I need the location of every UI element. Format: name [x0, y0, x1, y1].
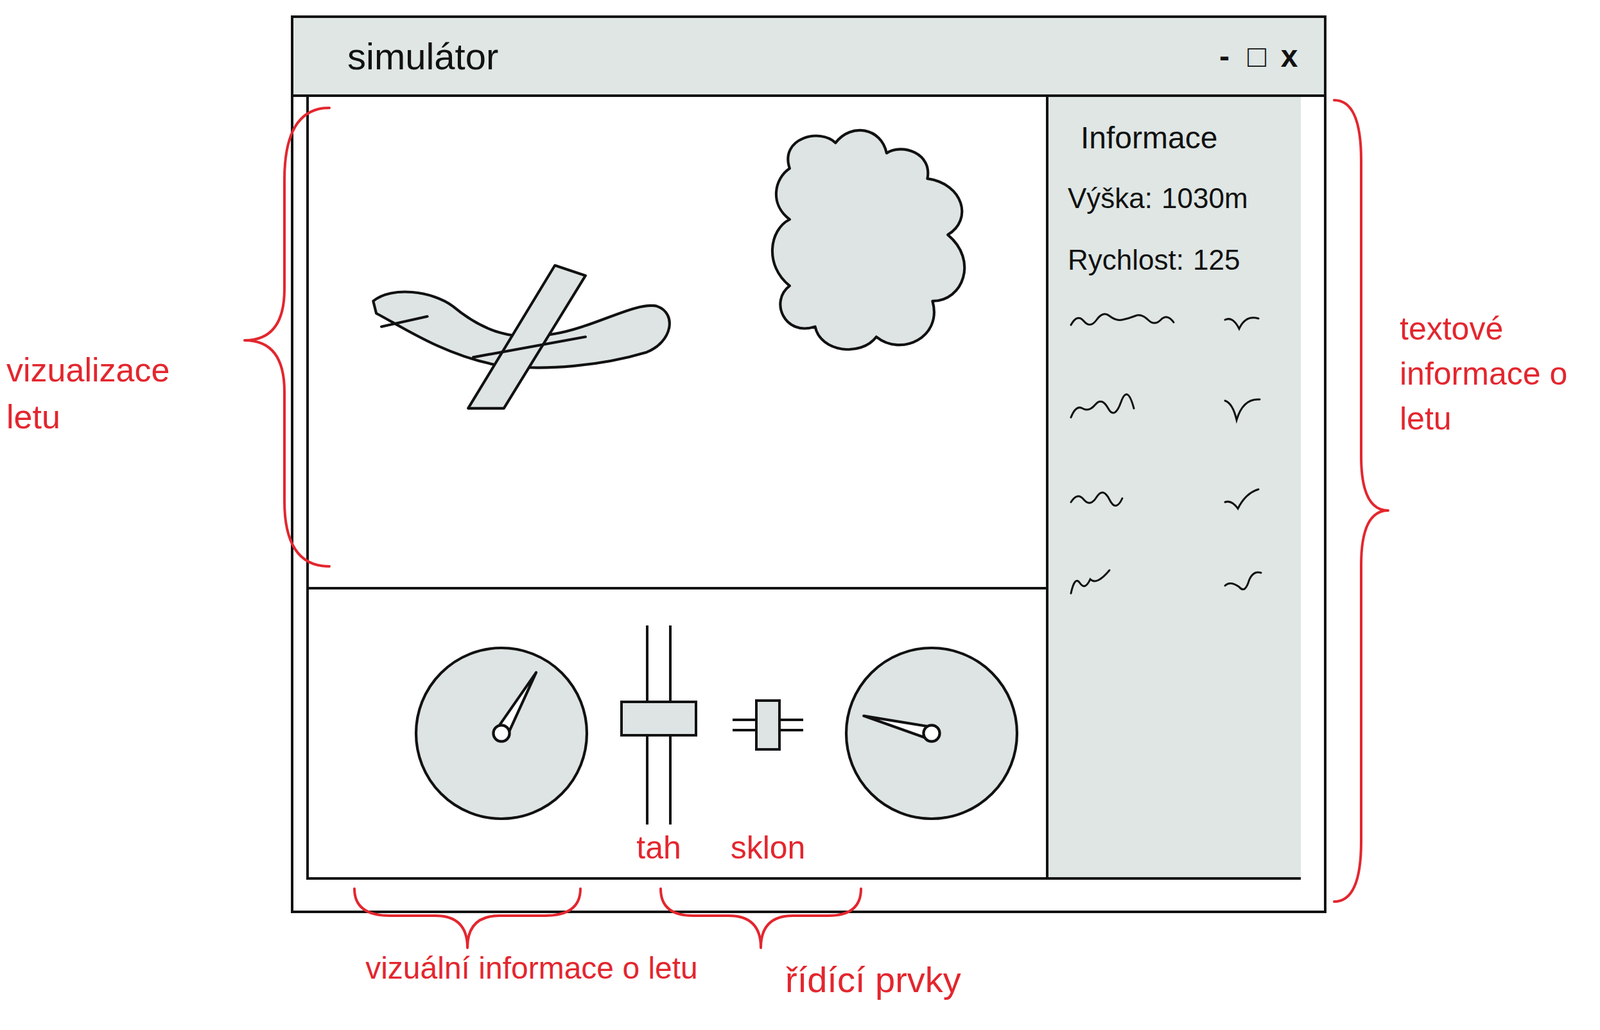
- title-bar: simulátor -□ x: [293, 17, 1324, 97]
- cloud-icon: [772, 130, 965, 350]
- squiggle-icon: [1067, 480, 1184, 513]
- control-label: tah: [636, 828, 682, 867]
- squiggle-icon: [1221, 305, 1267, 338]
- control-column: tah: [617, 599, 701, 867]
- info-title: Informace: [1067, 120, 1286, 156]
- sketch-page: simulátor -□ x tah sklon Informace Výška:1030m…: [0, 0, 1600, 1030]
- info-row: Rychlost:125: [1067, 243, 1286, 278]
- slider-thumb[interactable]: [755, 699, 781, 751]
- info-label: Rychlost:: [1067, 243, 1184, 278]
- info-label: Výška:: [1067, 182, 1153, 216]
- visualization-canvas: [308, 96, 1046, 587]
- squiggle-icon: [1221, 480, 1267, 513]
- slider-box: [719, 625, 817, 825]
- gauge: [841, 643, 1022, 824]
- info-value: 1030m: [1161, 182, 1249, 216]
- flight-visualization: [308, 96, 1046, 590]
- squiggle-icon: [1067, 305, 1184, 338]
- window-control-button[interactable]: -: [1215, 38, 1234, 74]
- control-label: sklon: [730, 828, 806, 867]
- brace-icon: [658, 886, 864, 951]
- window-controls: -□ x: [1215, 38, 1299, 74]
- slider-thumb[interactable]: [620, 700, 698, 737]
- brace-icon: [1329, 96, 1394, 906]
- squiggle-icon: [1221, 392, 1267, 426]
- placeholder-list: [1067, 305, 1286, 600]
- window-control-button[interactable]: x: [1280, 38, 1299, 74]
- window-body: tah sklon Informace Výška:1030m Rychlost:125: [293, 96, 1324, 911]
- app-window: simulátor -□ x tah sklon Informace Výška:1030m…: [290, 15, 1327, 914]
- airplane-icon: [373, 265, 670, 409]
- control-column: sklon: [719, 599, 817, 867]
- gauge: [411, 643, 592, 824]
- pitch-slider[interactable]: [732, 699, 804, 751]
- annotation-text-info: textové informace o letu: [1399, 306, 1590, 442]
- squiggle-icon: [1067, 567, 1184, 600]
- squiggle-icon: [1067, 392, 1184, 426]
- content-frame: tah sklon Informace Výška:1030m Rychlost:125: [306, 96, 1301, 880]
- annotation-visual-info: vizuální informace o letu: [351, 950, 712, 986]
- annotation-visualization: vizualizace letu: [6, 346, 212, 441]
- annotation-controls: řídící prvky: [785, 957, 1120, 1001]
- slider-box: [617, 625, 701, 825]
- brace-icon: [351, 886, 583, 951]
- window-control-button[interactable]: □: [1247, 38, 1267, 74]
- info-panel: Informace Výška:1030m Rychlost:125: [1045, 96, 1301, 878]
- brace-icon: [239, 102, 336, 572]
- instrument-panel: tah sklon: [308, 589, 1046, 878]
- window-title: simulátor: [347, 34, 499, 78]
- main-column: tah sklon: [308, 96, 1046, 878]
- squiggle-icon: [1221, 567, 1267, 600]
- thrust-slider[interactable]: [620, 625, 698, 825]
- info-value: 125: [1192, 243, 1240, 278]
- info-row: Výška:1030m: [1067, 182, 1286, 216]
